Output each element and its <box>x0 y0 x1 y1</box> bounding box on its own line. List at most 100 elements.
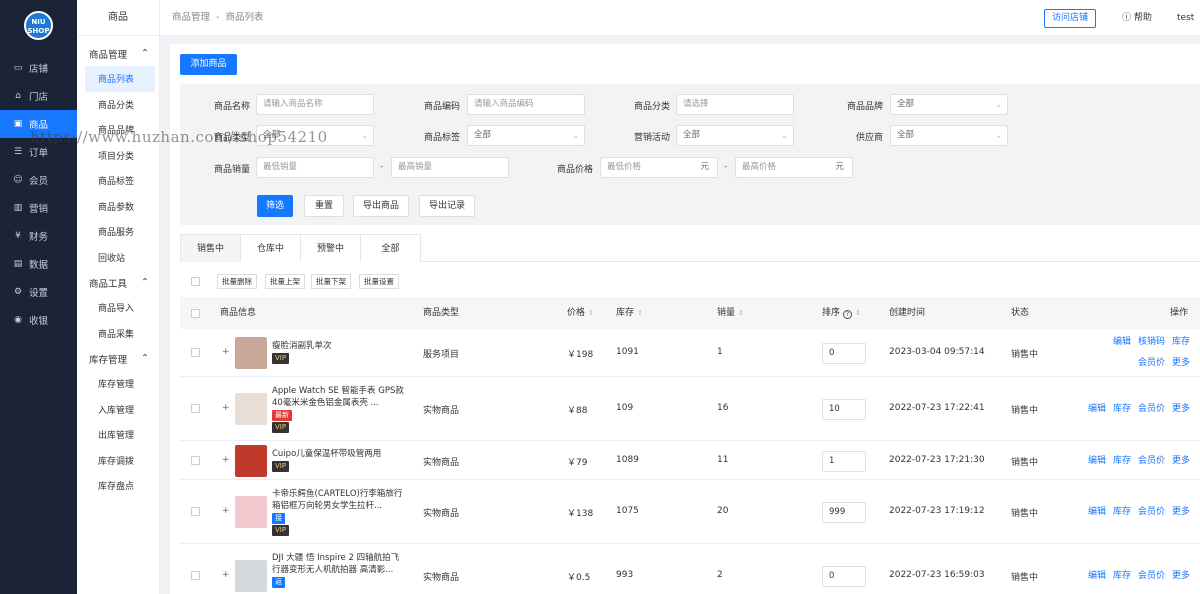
action-link[interactable]: 库存 <box>1113 571 1131 581</box>
export-goods-button[interactable]: 导出商品 <box>353 195 409 217</box>
sort-order-input[interactable]: 0 <box>822 566 866 587</box>
submenu-item[interactable]: 商品采集 <box>77 321 159 347</box>
nav-item-6[interactable]: ¥ 财务 <box>0 222 77 250</box>
action-link[interactable]: 编辑 <box>1088 456 1106 466</box>
goods-category-select[interactable]: 请选择 <box>676 94 794 115</box>
action-link[interactable]: 库存 <box>1113 404 1131 414</box>
sort-order-input[interactable]: 10 <box>822 399 866 420</box>
action-link[interactable]: 编辑 <box>1088 507 1106 517</box>
action-link[interactable]: 会员价 <box>1138 507 1165 517</box>
sort-order-input[interactable]: 1 <box>822 450 866 472</box>
goods-name-link[interactable]: Apple Watch SE 智能手表 GPS款 40毫米米金色铝金属表壳 ..… <box>272 385 404 409</box>
batch-button[interactable]: 批量删除 <box>217 274 257 289</box>
add-goods-button[interactable]: 添加商品 <box>180 54 237 75</box>
action-link[interactable]: 库存 <box>1172 337 1190 347</box>
sales-min-input[interactable]: 最低销量 <box>256 157 374 178</box>
goods-brand-select[interactable]: 全部 ⌄ <box>890 94 1008 115</box>
row-checkbox[interactable] <box>191 455 200 465</box>
col-sales[interactable]: 销量 ⇕ <box>717 297 744 329</box>
submenu-item[interactable]: 回收站 <box>77 245 159 271</box>
action-link[interactable]: 编辑 <box>1088 404 1106 414</box>
batch-button[interactable]: 批量下架 <box>311 274 351 289</box>
col-stock[interactable]: 库存 ⇕ <box>616 297 643 329</box>
expand-icon[interactable]: + <box>222 403 230 413</box>
tab-1[interactable]: 仓库中 <box>240 234 301 262</box>
action-link[interactable]: 更多 <box>1172 571 1190 581</box>
action-link[interactable]: 会员价 <box>1138 571 1165 581</box>
niushop-logo[interactable]: NIU SHOP <box>24 11 53 40</box>
price-min-input[interactable]: 最低价格 元 <box>600 157 718 178</box>
action-link[interactable]: 会员价 <box>1138 456 1165 466</box>
submenu-item[interactable]: 商品参数 <box>77 194 159 220</box>
price-max-input[interactable]: 最高价格 元 <box>735 157 853 178</box>
action-link[interactable]: 更多 <box>1172 358 1190 368</box>
row-checkbox[interactable] <box>191 507 200 516</box>
submenu-item[interactable]: 库存管理 <box>77 371 159 397</box>
submenu-group-1[interactable]: 商品工具 ⌃ <box>77 270 159 295</box>
visit-store-button[interactable]: 访问店铺 <box>1044 9 1096 28</box>
goods-name-link[interactable]: 卡帝乐鳄鱼(CARTELO)行李箱旅行箱铝框万向轮男女学生拉杆... <box>272 488 404 512</box>
nav-item-0[interactable]: ▭ 店铺 <box>0 54 77 82</box>
goods-tag-select[interactable]: 全部 ⌄ <box>467 125 585 146</box>
nav-item-1[interactable]: ⌂ 门店 <box>0 82 77 110</box>
row-checkbox[interactable] <box>191 404 200 413</box>
action-link[interactable]: 库存 <box>1113 507 1131 517</box>
goods-code-input[interactable]: 请输入商品编码 <box>467 94 585 115</box>
action-link[interactable]: 编辑 <box>1088 571 1106 581</box>
col-price[interactable]: 价格 ⇕ <box>567 297 594 329</box>
submenu-item[interactable]: 商品服务 <box>77 219 159 245</box>
nav-item-7[interactable]: ▤ 数据 <box>0 250 77 278</box>
promotion-select[interactable]: 全部 ⌄ <box>676 125 794 146</box>
tab-3[interactable]: 全部 <box>360 234 421 262</box>
supplier-select[interactable]: 全部 ⌄ <box>890 125 1008 146</box>
submenu-item[interactable]: 商品标签 <box>77 168 159 194</box>
export-records-button[interactable]: 导出记录 <box>419 195 475 217</box>
submenu-item[interactable]: 库存调拨 <box>77 448 159 474</box>
nav-item-8[interactable]: ⚙ 设置 <box>0 278 77 306</box>
nav-item-4[interactable]: ☺ 会员 <box>0 166 77 194</box>
action-link[interactable]: 更多 <box>1172 507 1190 517</box>
submenu-item[interactable]: 出库管理 <box>77 422 159 448</box>
header-checkbox[interactable] <box>191 309 200 318</box>
nav-item-5[interactable]: ▥ 营销 <box>0 194 77 222</box>
goods-name-link[interactable]: DJI 大疆 悟 Inspire 2 四轴航拍飞行器变形无人机航拍器 高清影..… <box>272 552 404 576</box>
action-link[interactable]: 会员价 <box>1138 404 1165 414</box>
goods-name-input[interactable]: 请输入商品名称 <box>256 94 374 115</box>
batch-button[interactable]: 批量设置 <box>359 274 399 289</box>
row-checkbox[interactable] <box>191 348 200 357</box>
submenu-item[interactable]: 商品分类 <box>77 92 159 118</box>
row-checkbox[interactable] <box>191 571 200 580</box>
sales-max-input[interactable]: 最高销量 <box>391 157 509 178</box>
action-link[interactable]: 核销码 <box>1138 337 1165 347</box>
select-all-checkbox[interactable] <box>191 277 200 286</box>
submenu-item[interactable]: 商品导入 <box>77 295 159 321</box>
nav-item-9[interactable]: ◉ 收银 <box>0 306 77 334</box>
submenu-item[interactable]: 库存盘点 <box>77 473 159 499</box>
submenu-group-2[interactable]: 库存管理 ⌃ <box>77 346 159 371</box>
goods-name-link[interactable]: Cuipo儿童保温杯带吸管两用 <box>272 448 404 460</box>
sort-order-input[interactable]: 999 <box>822 502 866 523</box>
col-sort[interactable]: 排序? ⇕ <box>822 297 861 329</box>
action-link[interactable]: 编辑 <box>1113 337 1131 347</box>
reset-button[interactable]: 重置 <box>304 195 344 217</box>
action-link[interactable]: 更多 <box>1172 404 1190 414</box>
tab-0[interactable]: 销售中 <box>180 234 241 262</box>
expand-icon[interactable]: + <box>222 506 230 516</box>
goods-name-link[interactable]: 瘦脸消副乳单次 <box>272 340 404 352</box>
action-link[interactable]: 更多 <box>1172 456 1190 466</box>
batch-button[interactable]: 批量上架 <box>265 274 305 289</box>
submenu-group-0[interactable]: 商品管理 ⌃ <box>77 41 159 66</box>
submenu-item[interactable]: 商品列表 <box>85 66 155 92</box>
submenu-item[interactable]: 项目分类 <box>77 143 159 169</box>
filter-button[interactable]: 筛选 <box>257 195 293 217</box>
breadcrumb-parent[interactable]: 商品管理 <box>172 12 210 23</box>
expand-icon[interactable]: + <box>222 347 230 357</box>
submenu-item[interactable]: 入库管理 <box>77 397 159 423</box>
sort-order-input[interactable]: 0 <box>822 343 866 364</box>
tab-2[interactable]: 预警中 <box>300 234 361 262</box>
action-link[interactable]: 会员价 <box>1138 358 1165 368</box>
help-link[interactable]: ⓘ 帮助 <box>1122 0 1152 36</box>
expand-icon[interactable]: + <box>222 570 230 580</box>
action-link[interactable]: 库存 <box>1113 456 1131 466</box>
expand-icon[interactable]: + <box>222 455 230 465</box>
